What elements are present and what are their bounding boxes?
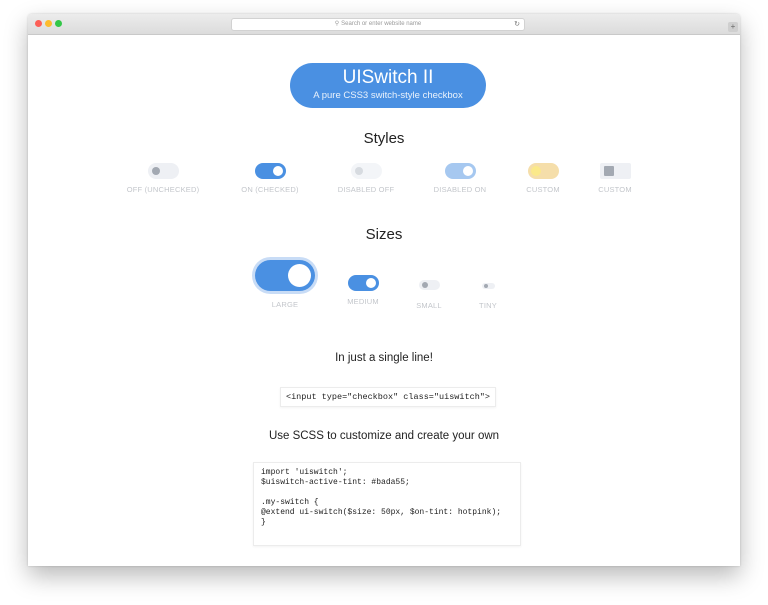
switch-knob <box>462 166 473 176</box>
code-snippet-scss: import 'uiswitch'; $uiswitch-active-tint… <box>253 462 521 546</box>
browser-titlebar: ⚲ Search or enter website name ↻ + <box>28 14 740 35</box>
page-subtitle: A pure CSS3 switch-style checkbox <box>313 90 463 101</box>
demo-tiny: TINY <box>433 283 543 310</box>
page-content: UISwitch II A pure CSS3 switch-style che… <box>28 35 740 566</box>
switch-custom-yellow[interactable] <box>527 163 559 179</box>
address-bar-placeholder: Search or enter website name <box>341 21 422 27</box>
single-line-heading: In just a single line! <box>335 352 433 364</box>
hero-banner: UISwitch II A pure CSS3 switch-style che… <box>290 63 486 108</box>
switch-on[interactable] <box>254 163 286 179</box>
styles-heading: Styles <box>363 130 405 147</box>
code-line: $uiswitch-active-tint: #bada55; <box>261 478 410 487</box>
switch-off[interactable] <box>147 163 179 179</box>
scss-heading: Use SCSS to customize and create your ow… <box>268 430 500 442</box>
code-snippet-inline: <input type="checkbox" class="uiswitch"> <box>280 387 496 407</box>
browser-window: ⚲ Search or enter website name ↻ + UISwit… <box>28 14 740 566</box>
switch-disabled-off <box>350 163 382 179</box>
switch-custom-square[interactable] <box>599 163 631 179</box>
switch-label: CUSTOM <box>598 185 632 194</box>
switch-label: OFF (UNCHECKED) <box>126 185 200 194</box>
demo-off: OFF (UNCHECKED) <box>108 163 218 194</box>
switch-knob <box>603 166 614 176</box>
switch-knob <box>151 167 160 175</box>
switch-knob <box>421 282 428 288</box>
code-line: .my-switch { <box>261 498 319 507</box>
switch-tiny[interactable] <box>481 283 495 289</box>
switch-label: TINY <box>479 301 497 310</box>
close-window-button[interactable] <box>35 20 42 27</box>
demo-on: ON (CHECKED) <box>215 163 325 194</box>
new-tab-button[interactable]: + <box>728 22 738 32</box>
demo-custom-2: CUSTOM <box>560 163 670 194</box>
code-line: } <box>261 518 266 527</box>
page-title: UISwitch II <box>342 67 434 88</box>
code-line: import 'uiswitch'; <box>261 468 348 477</box>
reload-icon[interactable]: ↻ <box>514 19 520 30</box>
sizes-heading: Sizes <box>365 226 403 243</box>
switch-label: ON (CHECKED) <box>241 185 299 194</box>
address-bar[interactable]: ⚲ Search or enter website name ↻ <box>231 18 525 31</box>
switch-large[interactable] <box>255 260 315 291</box>
switch-disabled-on <box>444 163 476 179</box>
zoom-window-button[interactable] <box>55 20 62 27</box>
search-icon: ⚲ <box>334 21 340 27</box>
switch-knob <box>530 166 541 176</box>
code-line: @extend ui-switch($size: 50px, $on-tint:… <box>261 508 502 517</box>
minimize-window-button[interactable] <box>45 20 52 27</box>
switch-knob <box>354 167 363 175</box>
switch-knob <box>483 284 488 288</box>
switch-knob <box>272 166 283 176</box>
